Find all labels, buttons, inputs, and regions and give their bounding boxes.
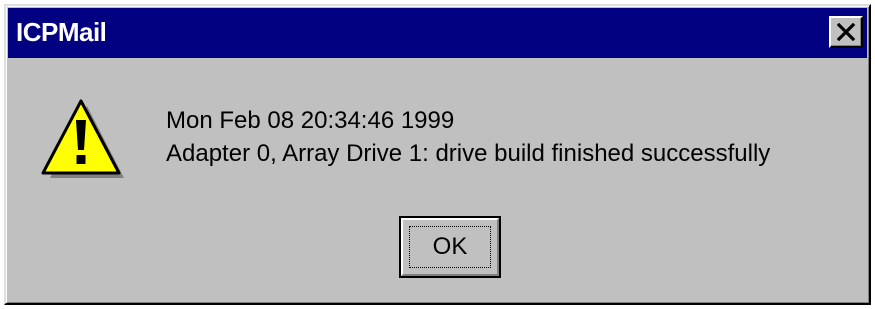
warning-icon <box>40 98 126 184</box>
message-timestamp: Mon Feb 08 20:34:46 1999 <box>166 107 455 134</box>
focus-rect: OK <box>409 226 491 268</box>
close-icon <box>836 23 856 41</box>
close-button[interactable] <box>829 16 863 48</box>
title-bar[interactable]: ICPMail <box>8 8 867 58</box>
window-title: ICPMail <box>16 17 107 47</box>
message-text: Mon Feb 08 20:34:46 1999 Adapter 0, Arra… <box>166 104 770 170</box>
ok-button[interactable]: OK <box>399 216 501 278</box>
ok-button-label: OK <box>432 233 468 260</box>
message-body: Adapter 0, Array Drive 1: drive build fi… <box>166 140 771 167</box>
message-dialog: ICPMail Mon Feb 08 20:34:46 1999 Adapter… <box>4 4 871 305</box>
